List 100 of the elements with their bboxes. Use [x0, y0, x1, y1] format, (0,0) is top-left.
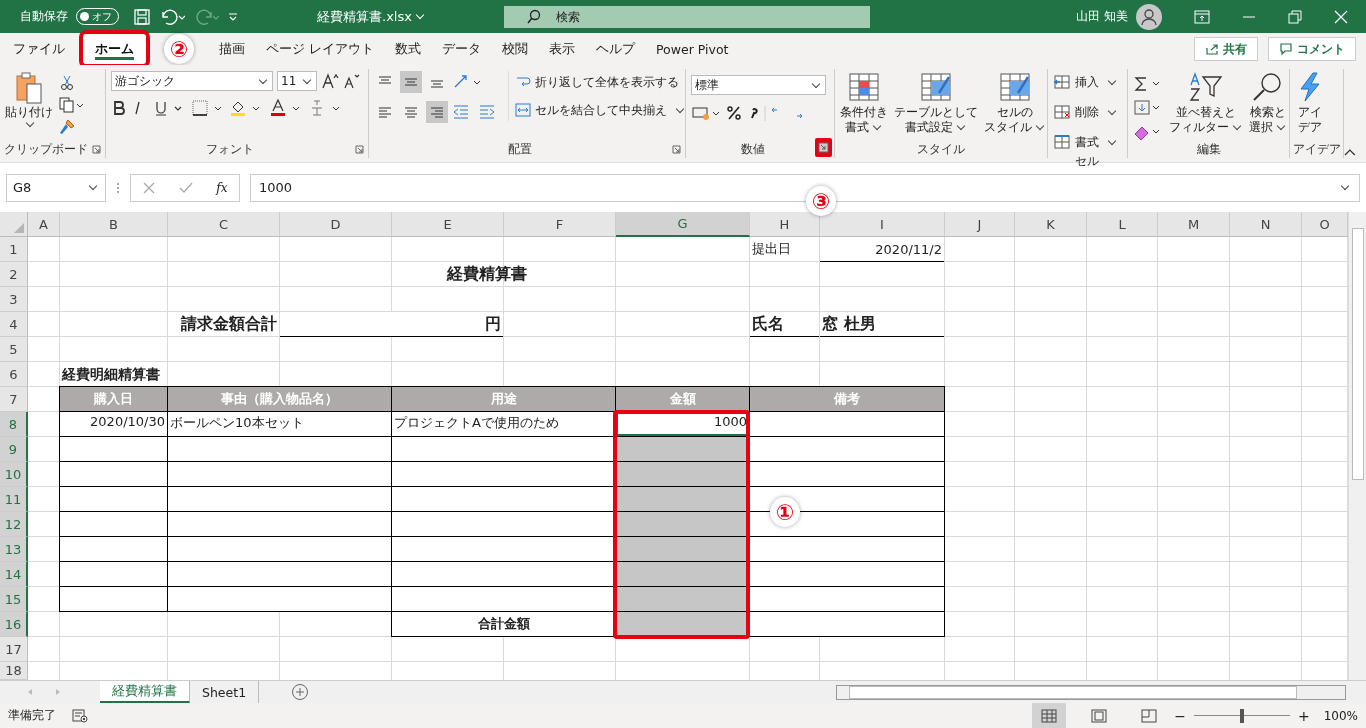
ribbon-tab[interactable]: Power Pivot [647, 34, 738, 64]
column-header[interactable]: N [1230, 212, 1302, 237]
avatar-icon[interactable] [1136, 3, 1162, 30]
dialog-launcher-icon[interactable] [92, 145, 102, 154]
ribbon-tab[interactable]: データ [433, 34, 490, 64]
macro-record-icon[interactable] [72, 708, 88, 723]
paintbrush-icon[interactable] [59, 119, 75, 135]
cell-button[interactable]: 削除 [1052, 101, 1118, 123]
comment-button[interactable]: コメント [1268, 37, 1356, 61]
ribbon-tab[interactable]: 校閲 [493, 34, 537, 64]
name-box[interactable]: G8 [6, 173, 106, 202]
ribbon-tab[interactable]: ファイル [4, 34, 74, 64]
ribbon-tab[interactable]: 描画 [210, 34, 254, 64]
collapse-ribbon-icon[interactable] [1344, 148, 1356, 156]
sort-filter-button[interactable]: 並べ替えと フィルター [1169, 71, 1244, 135]
column-header[interactable]: G [616, 212, 750, 237]
table-header-cell: 用途 [391, 386, 616, 412]
cells-icon [1052, 74, 1071, 90]
insert-function-button[interactable]: fx [216, 180, 228, 195]
zoom-out-button[interactable]: − [1174, 707, 1186, 724]
row-header[interactable]: 14 [0, 562, 28, 587]
row-header[interactable]: 1 [0, 237, 28, 262]
sheet-title: 経費精算書 [445, 263, 528, 285]
dialog-launcher-icon[interactable] [355, 145, 365, 154]
cell-button[interactable]: 書式 [1052, 131, 1118, 153]
row-header[interactable]: 5 [0, 337, 28, 362]
style-button[interactable]: テーブルとして 書式設定 [893, 71, 978, 135]
row-header[interactable]: 18 [0, 662, 28, 680]
row-header[interactable]: 13 [0, 537, 28, 562]
search-field[interactable]: 検索 [503, 5, 870, 28]
splitter-icon[interactable] [116, 180, 120, 195]
column-header[interactable]: A [28, 212, 60, 237]
column-header[interactable]: L [1087, 212, 1158, 237]
sheet-tab[interactable]: 経費精算書 [100, 681, 190, 703]
close-icon[interactable] [1334, 9, 1348, 24]
row-header[interactable]: 2 [0, 262, 28, 287]
user-name[interactable]: 山田 知美 [1076, 8, 1128, 25]
horizontal-scrollbar[interactable] [836, 684, 1346, 700]
column-header[interactable]: B [60, 212, 168, 237]
callout-number: ② [164, 34, 194, 64]
row-header[interactable]: 4 [0, 312, 28, 337]
ribbon-display-icon[interactable] [1194, 9, 1210, 24]
undo-icon[interactable] [159, 7, 185, 26]
font-size-change-icon[interactable] [321, 72, 362, 90]
column-header[interactable]: D [280, 212, 392, 237]
file-name[interactable]: 経費精算書.xlsx [317, 7, 426, 26]
row-header[interactable]: 9 [0, 437, 28, 462]
column-header[interactable]: I [820, 212, 945, 237]
wrap-text-button[interactable]: 折り返して全体を表示する [515, 71, 687, 93]
style-button[interactable]: セルの スタイル [983, 71, 1046, 135]
row-header[interactable]: 11 [0, 487, 28, 512]
copy-icon[interactable] [59, 97, 85, 113]
column-header[interactable]: F [504, 212, 616, 237]
zoom-in-button[interactable]: + [1297, 707, 1310, 724]
row-header[interactable]: 16 [0, 612, 28, 637]
row-header[interactable]: 8 [0, 412, 28, 437]
save-icon[interactable] [133, 7, 151, 26]
column-header[interactable]: H [750, 212, 820, 237]
style-button[interactable]: 条件付き 書式 [839, 71, 888, 135]
row-header[interactable]: 12 [0, 512, 28, 537]
vertical-align-button[interactable] [400, 71, 423, 93]
row-header[interactable]: 7 [0, 387, 28, 412]
dialog-launcher-icon[interactable] [672, 145, 682, 154]
add-sheet-icon[interactable] [291, 683, 310, 701]
row-header[interactable]: 10 [0, 462, 28, 487]
ribbon-tab[interactable]: 表示 [540, 34, 584, 64]
paste-button[interactable]: 貼り付け [5, 71, 53, 129]
ideas-button[interactable]: アイ デア [1295, 71, 1326, 135]
ribbon-tab[interactable]: ページ レイアウト [257, 34, 383, 64]
row-header[interactable]: 3 [0, 287, 28, 312]
callout-number: ③ [806, 186, 836, 216]
zoom-thumb[interactable] [1239, 708, 1244, 723]
column-header[interactable]: E [392, 212, 504, 237]
font-size-field[interactable]: 11 [277, 71, 318, 91]
column-header[interactable]: C [168, 212, 280, 237]
sort-filter-icon [1189, 71, 1224, 103]
vertical-scrollbar[interactable] [1348, 212, 1366, 680]
cell-button[interactable]: 挿入 [1052, 71, 1118, 93]
subheading-cell-text: 経費明細精算書 [60, 364, 161, 384]
dialog-launcher-icon[interactable] [814, 138, 832, 157]
column-header[interactable]: M [1158, 212, 1230, 237]
scissors-icon[interactable] [59, 75, 75, 91]
ribbon-tab[interactable]: ヘルプ [587, 34, 644, 64]
column-header[interactable]: J [945, 212, 1015, 237]
share-button[interactable]: 共有 [1194, 37, 1258, 61]
find-select-button[interactable]: 検索と 選択 [1249, 71, 1288, 135]
number-format-field[interactable]: 標準 [691, 75, 827, 95]
horizontal-align-button[interactable] [426, 101, 449, 123]
column-header[interactable]: K [1015, 212, 1087, 237]
normal-view-button[interactable] [1032, 703, 1067, 728]
column-header[interactable]: O [1302, 212, 1348, 237]
row-header[interactable]: 6 [0, 362, 28, 387]
checkmark-icon[interactable] [179, 180, 194, 195]
group-label: クリップボード [3, 140, 88, 158]
row-header[interactable]: 17 [0, 637, 28, 662]
row-header[interactable]: 15 [0, 587, 28, 612]
restore-icon[interactable] [1288, 9, 1302, 24]
ribbon-tab[interactable]: 数式 [386, 34, 430, 64]
merge-center-button[interactable]: セルを結合して中央揃え [515, 99, 687, 121]
font-name-field[interactable]: 游ゴシック [111, 71, 274, 91]
